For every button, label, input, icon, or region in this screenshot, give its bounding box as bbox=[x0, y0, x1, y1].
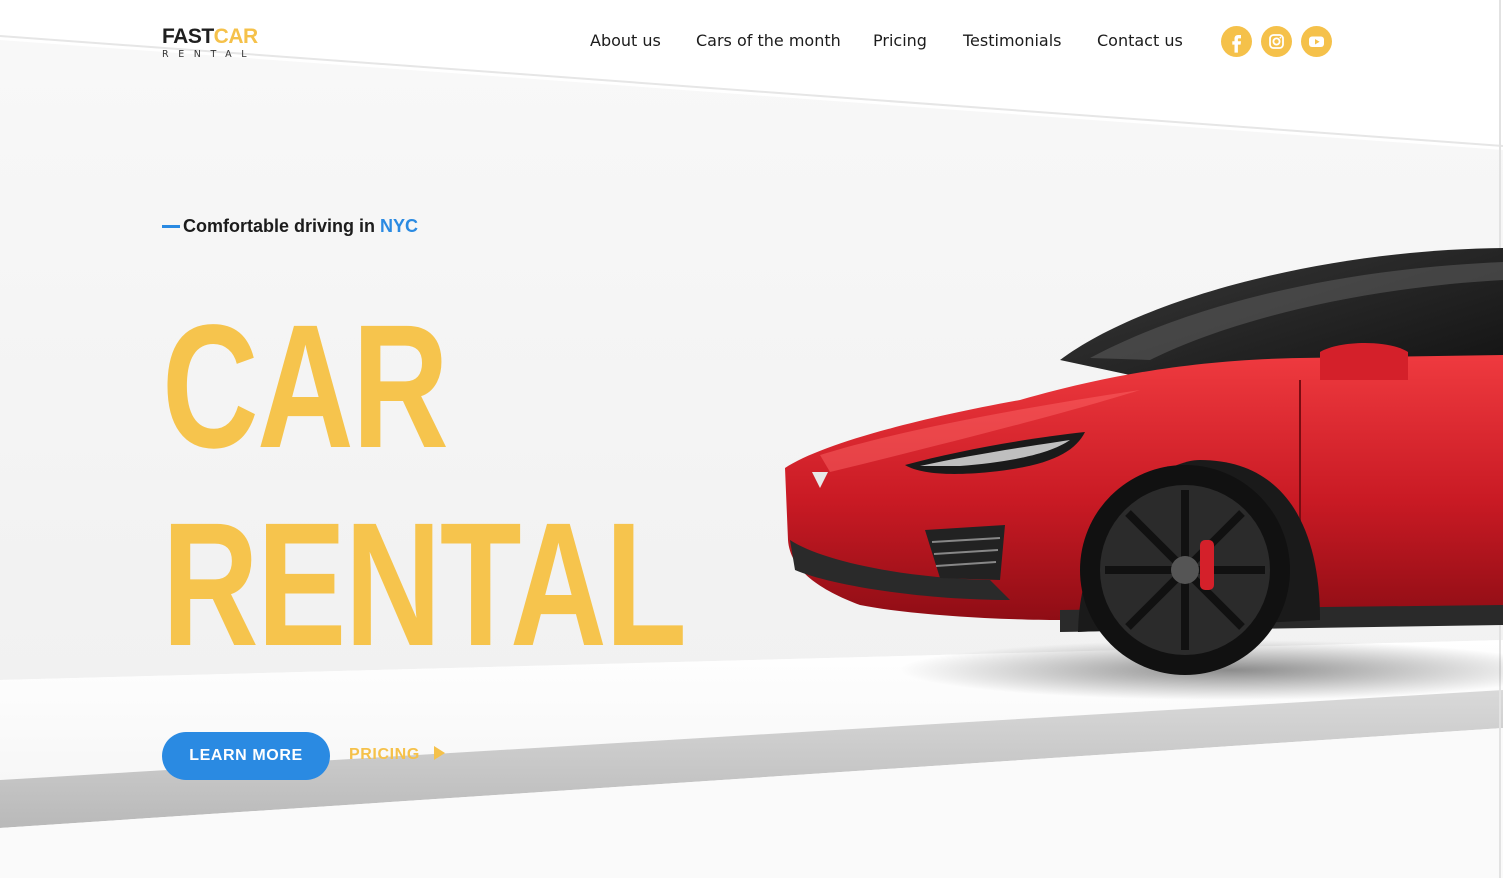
nav-cars-of-the-month[interactable]: Cars of the month bbox=[696, 31, 841, 50]
nav-testimonials[interactable]: Testimonials bbox=[963, 31, 1062, 50]
nav-contact-us[interactable]: Contact us bbox=[1097, 31, 1183, 50]
play-arrow-icon bbox=[433, 746, 445, 760]
logo[interactable]: FASTCAR RENTAL bbox=[162, 26, 258, 61]
tagline-dash bbox=[162, 224, 180, 228]
pricing-link[interactable]: PRICING bbox=[349, 746, 445, 764]
tagline-text: Comfortable driving in bbox=[183, 216, 381, 236]
logo-subtitle: RENTAL bbox=[162, 49, 257, 60]
hero-title: CAR RENTAL bbox=[162, 288, 687, 684]
facebook-link[interactable] bbox=[1221, 26, 1252, 57]
facebook-icon bbox=[1232, 35, 1241, 53]
hero-tagline: Comfortable driving in NYC bbox=[162, 216, 418, 237]
youtube-icon bbox=[1309, 36, 1324, 47]
hero-title-line2: RENTAL bbox=[162, 487, 687, 683]
car-image bbox=[785, 248, 1503, 700]
logo-wordmark: FASTCAR bbox=[162, 26, 258, 48]
logo-fast: FAST bbox=[162, 25, 214, 48]
instagram-link[interactable] bbox=[1261, 26, 1292, 57]
pricing-link-label: PRICING bbox=[349, 746, 420, 763]
nav-pricing[interactable]: Pricing bbox=[873, 31, 927, 50]
youtube-link[interactable] bbox=[1301, 26, 1332, 57]
logo-car: CAR bbox=[213, 25, 259, 48]
hero-title-line1: CAR bbox=[162, 289, 449, 485]
learn-more-button[interactable]: LEARN MORE bbox=[162, 732, 330, 780]
tagline-city: NYC bbox=[380, 216, 419, 236]
instagram-icon bbox=[1269, 34, 1284, 49]
nav-about-us[interactable]: About us bbox=[590, 31, 661, 50]
